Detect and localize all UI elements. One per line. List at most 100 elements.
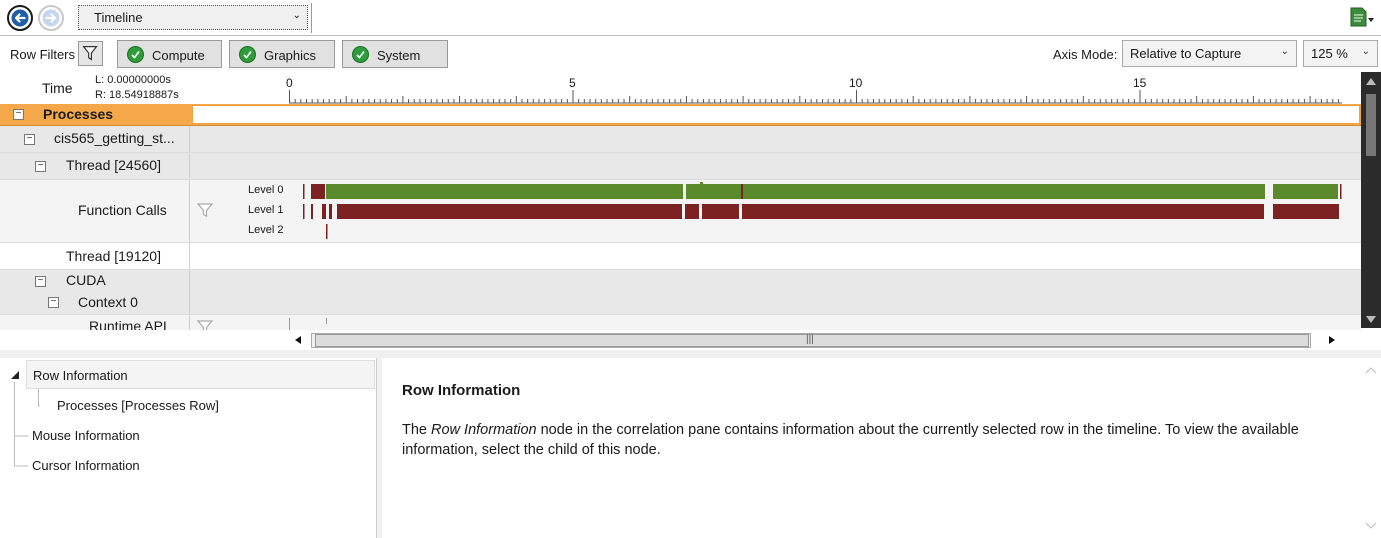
axis-tick-label: 15 (1133, 76, 1147, 90)
row-function-calls[interactable]: Function Calls Level 0 Level 1 Level 2 (0, 179, 1361, 242)
doc-paragraph: The Row Information node in the correlat… (402, 420, 1347, 460)
collapse-icon[interactable]: − (35, 276, 46, 287)
collapse-icon[interactable]: − (24, 134, 35, 145)
call-bar-level1[interactable] (337, 204, 682, 219)
tree-node-processes-row[interactable]: Processes [Processes Row] (57, 398, 219, 413)
row-thread-24560[interactable]: − Thread [24560] (0, 152, 1361, 179)
funnel-icon[interactable] (196, 318, 214, 330)
row-filter-button[interactable] (78, 41, 103, 66)
call-bar-level1[interactable] (329, 204, 332, 219)
tree-node-mouse-information[interactable]: Mouse Information (32, 428, 140, 443)
chevron-down-icon: ⌄ (1280, 46, 1289, 57)
collapse-icon[interactable]: − (13, 109, 24, 120)
level-label: Level 0 (248, 184, 284, 196)
doc-scrollbar[interactable] (1361, 358, 1381, 538)
collapse-icon[interactable]: − (35, 161, 46, 172)
forward-button[interactable] (37, 4, 65, 32)
check-icon (127, 46, 144, 63)
row-label: Thread [24560] (66, 157, 161, 173)
row-filters-label: Row Filters (10, 47, 76, 62)
row-context-0[interactable]: − Context 0 (0, 292, 1361, 314)
call-bar-level1[interactable] (303, 204, 305, 219)
axis-mode-select[interactable]: Relative to Capture ⌄ (1122, 40, 1297, 67)
row-process[interactable]: − cis565_getting_st... (0, 126, 1361, 152)
row-processes-track (192, 105, 1360, 124)
call-bar-level1[interactable] (742, 204, 1264, 219)
axis-mode-value: Relative to Capture (1130, 46, 1242, 61)
export-button[interactable] (1349, 6, 1375, 28)
runtime-api-marker (289, 318, 290, 330)
scroll-up-icon[interactable] (1366, 78, 1376, 85)
toolbar: Timeline ⌄ (0, 0, 1381, 36)
chevron-down-icon: ⌄ (292, 10, 301, 21)
funnel-icon[interactable] (196, 201, 214, 219)
expand-triangle-icon[interactable] (9, 370, 21, 380)
call-bar-level1[interactable] (702, 204, 739, 219)
call-bar-level0[interactable] (311, 184, 325, 199)
filter-chip-graphics[interactable]: Graphics (229, 40, 335, 68)
row-label: Runtime API (89, 318, 167, 330)
scroll-thumb[interactable] (1366, 94, 1376, 156)
timeline-rows: − Processes − cis565_getting_st... − Thr… (0, 104, 1361, 330)
export-document-icon (1350, 7, 1374, 27)
row-cuda[interactable]: − CUDA (0, 269, 1361, 292)
call-bar-level0[interactable] (1273, 184, 1338, 199)
call-bar-level1[interactable] (322, 204, 326, 219)
row-thread-19120[interactable]: Thread [19120] (0, 242, 1361, 269)
back-arrow-icon (7, 5, 33, 31)
time-header: Time L: 0.00000000s R: 18.54918887s 0 5 … (0, 72, 1381, 104)
filter-bar: Row Filters Compute Graphics System Axis… (0, 36, 1381, 72)
call-bar-level0[interactable] (700, 182, 703, 186)
zoom-select[interactable]: 125 % ⌄ (1303, 40, 1378, 67)
call-bar-level0[interactable] (741, 184, 743, 199)
view-select[interactable]: Timeline ⌄ (78, 5, 308, 30)
pane-splitter[interactable] (0, 350, 1381, 358)
axis-mode-label: Axis Mode: (1053, 47, 1118, 62)
scroll-right-icon[interactable] (1329, 336, 1335, 344)
tree-node-label: Row Information (33, 368, 128, 383)
grip-icon: ||| (806, 334, 814, 345)
filter-chip-label: System (377, 48, 421, 63)
correlation-document: Row Information The Row Information node… (382, 358, 1361, 538)
scroll-down-icon[interactable] (1366, 316, 1376, 323)
time-ruler[interactable]: 0 5 10 15 (286, 72, 1342, 104)
call-bar-level0[interactable] (326, 184, 683, 199)
doc-text: node in the correlation pane contains in… (402, 422, 1299, 458)
vertical-scrollbar[interactable] (1361, 72, 1381, 328)
row-label: Thread [19120] (66, 248, 161, 264)
row-runtime-api[interactable]: Runtime API (0, 314, 1361, 330)
runtime-api-marker (326, 318, 327, 324)
scroll-thumb[interactable]: ||| (315, 334, 1309, 347)
scroll-left-icon[interactable] (295, 336, 301, 344)
scroll-down-icon[interactable] (1365, 522, 1377, 530)
call-bar-level0[interactable] (303, 184, 305, 199)
filter-chip-compute[interactable]: Compute (117, 40, 222, 68)
level-label: Level 2 (248, 224, 284, 236)
zoom-value: 125 % (1311, 46, 1348, 61)
filter-chip-system[interactable]: System (342, 40, 448, 68)
ruler-ticks (289, 90, 1342, 104)
call-bar-level0[interactable] (743, 184, 1265, 199)
doc-title: Row Information (402, 382, 521, 399)
nsight-window: Timeline ⌄ Row Filters Compute Graphics (0, 0, 1381, 538)
correlation-tree: Row Information Processes [Processes Row… (0, 358, 377, 538)
toolbar-separator (311, 3, 313, 33)
check-icon (352, 46, 369, 63)
call-bar-level1[interactable] (1273, 204, 1339, 219)
tree-node-row-information[interactable]: Row Information (26, 360, 375, 389)
back-button[interactable] (6, 4, 34, 32)
function-call-bars[interactable] (289, 180, 1349, 243)
horizontal-scrollbar[interactable]: ||| (289, 330, 1342, 350)
collapse-icon[interactable]: − (48, 297, 59, 308)
check-icon (239, 46, 256, 63)
scroll-up-icon[interactable] (1365, 366, 1377, 374)
call-bar-level0[interactable] (1340, 184, 1342, 199)
call-bar-level2[interactable] (326, 224, 328, 239)
row-processes[interactable]: − Processes (0, 104, 1361, 126)
tree-node-cursor-information[interactable]: Cursor Information (32, 458, 140, 473)
call-bar-level1[interactable] (311, 204, 313, 219)
call-bar-level1[interactable] (685, 204, 699, 219)
axis-tick-label: 0 (286, 76, 293, 90)
call-bar-level0[interactable] (686, 184, 741, 199)
doc-text-emphasis: Row Information (431, 422, 537, 438)
